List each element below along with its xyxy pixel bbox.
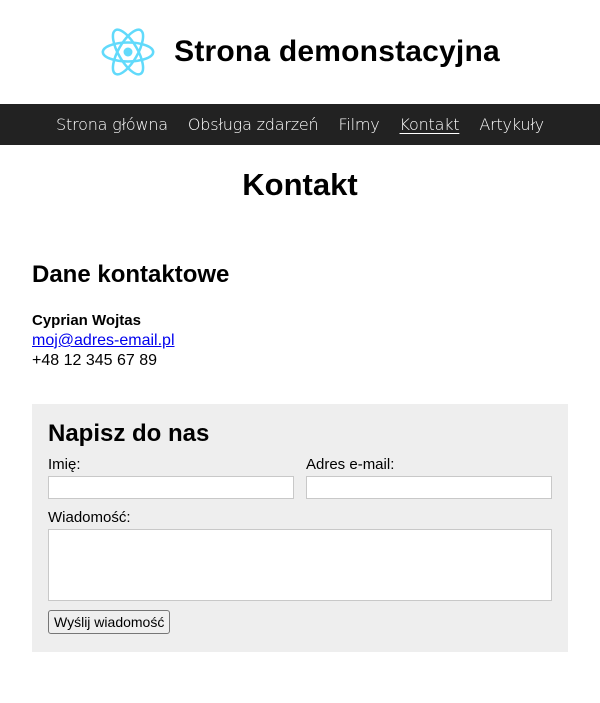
form-heading: Napisz do nas bbox=[48, 420, 210, 447]
contact-heading: Dane kontaktowe bbox=[32, 261, 230, 288]
name-input[interactable] bbox=[48, 476, 294, 499]
message-textarea[interactable] bbox=[48, 529, 552, 601]
contact-form: Napisz do nas Imię: Adres e-mail: Wiadom… bbox=[32, 404, 568, 652]
contact-email-link[interactable]: moj@adres-email.pl bbox=[32, 331, 568, 351]
page-title: Kontakt bbox=[242, 167, 358, 202]
nav-item-home[interactable]: Strona główna bbox=[56, 115, 168, 134]
email-input[interactable] bbox=[306, 476, 552, 499]
submit-button[interactable]: Wyślij wiadomość bbox=[48, 610, 171, 634]
nav-item-movies[interactable]: Filmy bbox=[339, 115, 380, 134]
name-label: Imię: bbox=[48, 456, 81, 473]
site-title: Strona demonstacyjna bbox=[174, 35, 500, 68]
nav-item-articles[interactable]: Artykuły bbox=[479, 115, 544, 134]
contact-phone: +48 12 345 67 89 bbox=[32, 352, 158, 369]
main-nav: Strona główna Obsługa zdarzeń Filmy Kont… bbox=[0, 104, 600, 145]
site-header: Strona demonstacyjna bbox=[0, 0, 600, 104]
nav-item-contact[interactable]: Kontakt bbox=[400, 115, 460, 134]
message-label: Wiadomość: bbox=[48, 509, 131, 526]
contact-details: Dane kontaktowe Cyprian Wojtas moj@adres… bbox=[0, 261, 600, 371]
contact-name: Cyprian Wojtas bbox=[32, 312, 141, 329]
email-label: Adres e-mail: bbox=[306, 456, 395, 473]
react-atom-icon bbox=[101, 28, 155, 76]
nav-item-events[interactable]: Obsługa zdarzeń bbox=[188, 115, 319, 134]
